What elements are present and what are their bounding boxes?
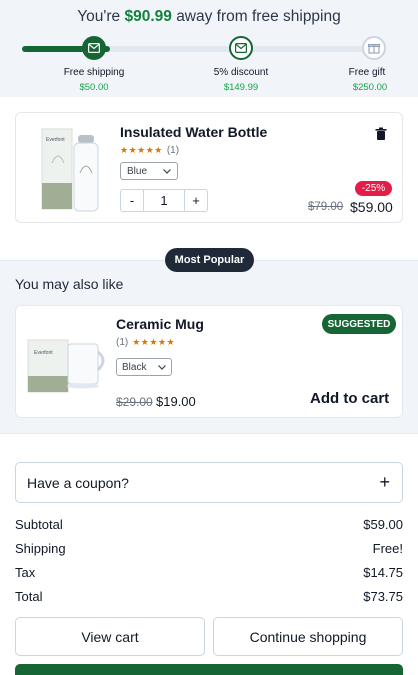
milestone-label: Free shipping xyxy=(63,67,125,78)
review-count: (1) xyxy=(166,145,180,156)
suggested-product-image[interactable]: Everfont xyxy=(24,320,114,406)
quantity-value[interactable]: 1 xyxy=(143,190,185,211)
trash-icon[interactable] xyxy=(374,127,388,141)
sale-price: $59.00 xyxy=(350,199,393,215)
milestone-gift-icon xyxy=(362,36,386,60)
checkout-button[interactable] xyxy=(15,664,403,675)
summary-row-total: Total $73.75 xyxy=(15,589,403,604)
product-image[interactable]: Everfont xyxy=(30,123,118,215)
view-cart-button[interactable]: View cart xyxy=(15,617,205,656)
quantity-stepper[interactable]: - 1 + xyxy=(120,189,208,212)
suggested-sale-price: $19.00 xyxy=(156,394,196,409)
plus-icon[interactable]: + xyxy=(379,472,390,493)
milestone-price: $50.00 xyxy=(79,82,109,93)
shipping-progress-panel: You're $90.99 away from free shipping Fr… xyxy=(0,0,418,97)
product-image-brand: Everfont xyxy=(46,137,65,143)
discount-badge: -25% xyxy=(355,181,392,196)
continue-shopping-button[interactable]: Continue shopping xyxy=(213,617,403,656)
coupon-label: Have a coupon? xyxy=(27,474,129,491)
suggested-product-name[interactable]: Ceramic Mug xyxy=(116,316,204,332)
suggested-product-card: Everfont Ceramic Mug SUGGESTED (1) ★★★★★… xyxy=(15,305,403,418)
suggested-original-price: $29.00 xyxy=(116,395,153,409)
original-price: $79.00 xyxy=(308,201,344,213)
review-count: (1) xyxy=(116,337,129,348)
variant-select[interactable]: Blue xyxy=(120,162,178,180)
chevron-down-icon xyxy=(163,168,171,174)
summary-row-subtotal: Subtotal $59.00 xyxy=(15,517,403,532)
shipping-message: You're $90.99 away from free shipping xyxy=(77,8,341,25)
shipping-progress-track xyxy=(22,46,374,52)
milestone-discount-icon xyxy=(229,36,253,60)
most-popular-badge: Most Popular xyxy=(165,248,254,272)
milestone-label: Free gift xyxy=(348,67,386,78)
upsell-heading: You may also like xyxy=(15,276,124,292)
milestone-label: 5% discount xyxy=(213,67,269,78)
milestone-price: $149.99 xyxy=(223,82,259,93)
summary-row-shipping: Shipping Free! xyxy=(15,541,403,556)
quantity-increase-button[interactable]: + xyxy=(185,190,207,211)
shipping-remaining-amount: $90.99 xyxy=(124,8,172,25)
cart-item: Everfont Insulated Water Bottle ★★★★★ (1… xyxy=(15,112,403,223)
chevron-down-icon xyxy=(158,364,166,370)
suggested-badge: SUGGESTED xyxy=(322,314,396,334)
quantity-decrease-button[interactable]: - xyxy=(121,190,143,211)
suggested-product-rating: (1) ★★★★★ xyxy=(116,337,175,348)
suggested-variant-select[interactable]: Black xyxy=(116,358,172,376)
rating-stars: ★★★★★ xyxy=(132,337,176,347)
product-name[interactable]: Insulated Water Bottle xyxy=(120,124,267,140)
milestone-price: $250.00 xyxy=(352,82,388,93)
suggested-image-brand: Everfont xyxy=(34,350,53,356)
summary-row-tax: Tax $14.75 xyxy=(15,565,403,580)
milestone-free-shipping-icon xyxy=(82,36,106,60)
add-to-cart-button[interactable]: Add to cart xyxy=(310,390,389,407)
coupon-toggle[interactable]: Have a coupon? + xyxy=(15,462,403,503)
rating-stars: ★★★★★ xyxy=(120,145,163,155)
product-rating: ★★★★★ (1) xyxy=(120,145,179,156)
